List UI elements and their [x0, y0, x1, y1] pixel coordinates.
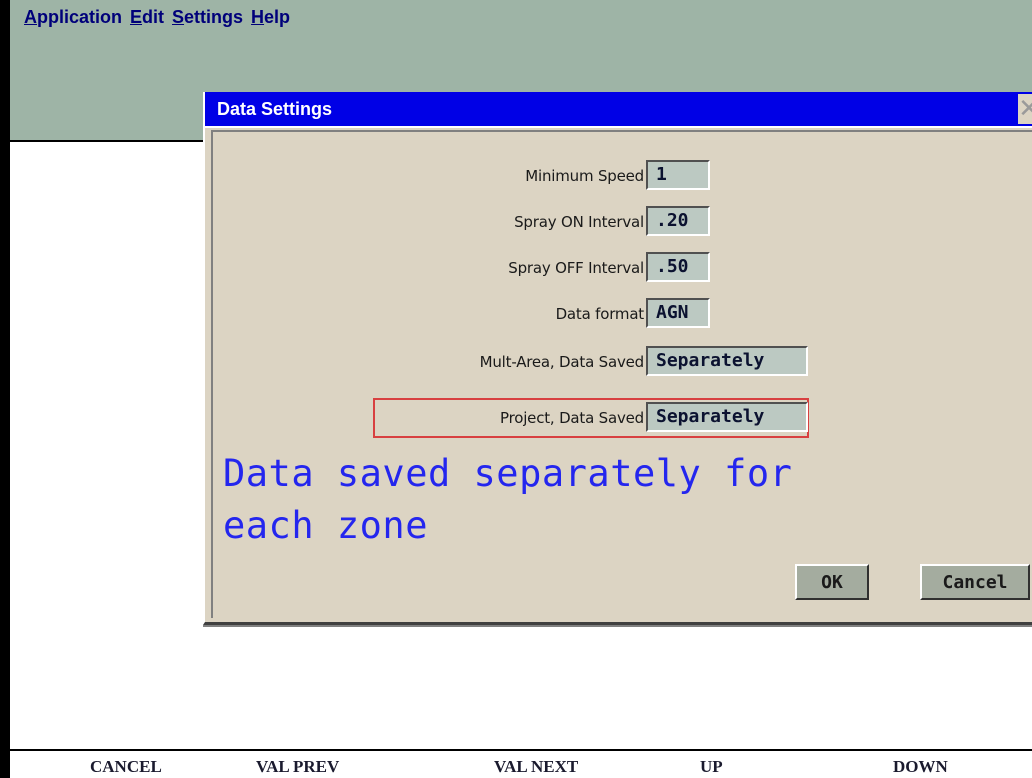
dialog-title: Data Settings	[217, 98, 333, 119]
spray-on-interval-field[interactable]: .20	[646, 206, 710, 236]
row-data-format: Data format AGN	[213, 298, 1032, 332]
dialog-titlebar[interactable]: Data Settings ✕	[205, 92, 1032, 128]
spray-off-interval-label: Spray OFF Interval	[508, 259, 644, 277]
data-format-field[interactable]: AGN	[646, 298, 710, 328]
cancel-button[interactable]: Cancel	[920, 564, 1030, 600]
menu-help-label: elp	[264, 6, 291, 27]
info-text: Data saved separately for each zone	[223, 448, 1023, 552]
fkey-down[interactable]: DOWN	[893, 757, 948, 777]
fkey-val-next[interactable]: VAL NEXT	[494, 757, 578, 777]
data-format-label: Data format	[555, 305, 645, 323]
menu-edit-mnemonic: E	[130, 6, 143, 27]
fkey-val-prev[interactable]: VAL PREV	[256, 757, 339, 777]
menu-settings-mnemonic: S	[172, 6, 185, 27]
menu-application-mnemonic: A	[24, 6, 37, 27]
row-mult-area-data-saved: Mult-Area, Data Saved Separately	[213, 346, 1032, 380]
info-text-line-1: Data saved separately for	[223, 452, 793, 495]
menu-application[interactable]: Application	[24, 7, 122, 28]
menu-application-label: pplication	[37, 6, 122, 27]
minimum-speed-field[interactable]: 1	[646, 160, 710, 190]
menu-settings-label: ettings	[184, 6, 244, 27]
function-key-bar: CANCEL VAL PREV VAL NEXT UP DOWN	[10, 751, 1032, 778]
minimum-speed-label: Minimum Speed	[525, 167, 644, 185]
mult-area-data-saved-field[interactable]: Separately	[646, 346, 808, 376]
fkey-cancel[interactable]: CANCEL	[90, 757, 162, 777]
project-data-saved-label: Project, Data Saved	[500, 409, 644, 427]
spray-on-interval-label: Spray ON Interval	[514, 213, 644, 231]
window-left-border	[0, 0, 10, 778]
menu-help[interactable]: Help	[251, 7, 290, 28]
menu-help-mnemonic: H	[251, 6, 265, 27]
row-project-data-saved: Project, Data Saved Separately	[213, 402, 1032, 436]
project-data-saved-field[interactable]: Separately	[646, 402, 808, 432]
menu-settings[interactable]: Settings	[172, 7, 243, 28]
info-text-line-2: each zone	[223, 504, 428, 547]
fkey-up[interactable]: UP	[700, 757, 723, 777]
row-minimum-speed: Minimum Speed 1	[213, 160, 1032, 194]
dialog-body: Minimum Speed 1 Spray ON Interval .20 Sp…	[211, 130, 1032, 618]
close-icon[interactable]: ✕	[1018, 94, 1032, 124]
spray-off-interval-field[interactable]: .50	[646, 252, 710, 282]
menu-edit-label: dit	[142, 6, 165, 27]
row-spray-off-interval: Spray OFF Interval .50	[213, 252, 1032, 286]
menu-bar: Application Edit Settings Help	[10, 0, 1032, 34]
row-spray-on-interval: Spray ON Interval .20	[213, 206, 1032, 240]
ok-button[interactable]: OK	[795, 564, 869, 600]
data-settings-dialog: Data Settings ✕ Minimum Speed 1 Spray ON…	[203, 92, 1032, 625]
mult-area-data-saved-label: Mult-Area, Data Saved	[479, 353, 645, 371]
menu-edit[interactable]: Edit	[130, 7, 164, 28]
